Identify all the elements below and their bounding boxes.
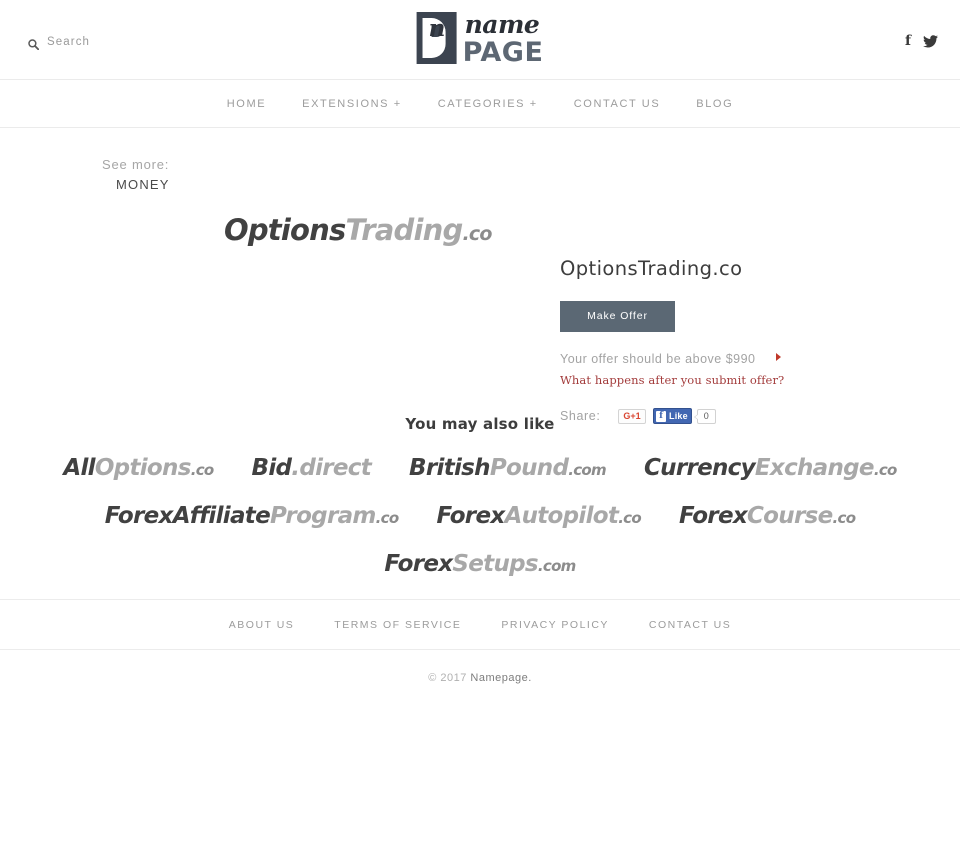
item-dark: All (63, 455, 95, 481)
domain-wordmark-light: Trading (345, 213, 463, 247)
also-like-item[interactable]: AllOptions.co (63, 455, 214, 481)
see-more-section: See more: MONEY (0, 128, 960, 195)
item-tld: .co (618, 509, 641, 527)
offer-minimum-hint: Your offer should be above $990 (560, 350, 781, 368)
logo-n-glyph: n (428, 15, 446, 42)
item-light: Course (747, 503, 833, 529)
item-dark: Forex (678, 503, 748, 529)
search-icon (28, 37, 40, 50)
nav-item-extensions[interactable]: EXTENSIONS + (284, 98, 420, 110)
item-tld: .co (832, 509, 856, 527)
also-like-item[interactable]: ForexAutopilot.co (436, 503, 641, 529)
nav-item-contact-us[interactable]: CONTACT US (556, 98, 679, 110)
facebook-icon[interactable]: f (905, 34, 911, 48)
logo-word-page: PAGE (462, 37, 544, 68)
copyright-name: Namepage. (470, 672, 532, 684)
search-button[interactable]: Search (28, 36, 91, 50)
also-like-item[interactable]: BritishPound.com (409, 455, 607, 481)
nav-item-blog[interactable]: BLOG (678, 98, 751, 110)
copyright: © 2017 Namepage. (0, 650, 960, 684)
nav-item-categories[interactable]: CATEGORIES + (420, 98, 556, 110)
item-light: Pound (489, 455, 569, 481)
item-dark: Forex (436, 503, 505, 529)
also-like-row: AllOptions.co Bid.direct BritishPound.co… (0, 455, 960, 481)
item-tld: .co (873, 461, 897, 479)
arrow-right-icon (776, 353, 781, 362)
footer-link-about-us[interactable]: ABOUT US (209, 619, 314, 631)
share-label: Share: (560, 409, 601, 424)
site-logo[interactable]: n name PAGE (416, 10, 544, 68)
offer-panel: OptionsTrading.co Make Offer Your offer … (560, 257, 940, 425)
item-light: Options (94, 455, 192, 481)
item-dark: Currency (643, 455, 756, 481)
make-offer-button[interactable]: Make Offer (560, 301, 675, 333)
google-plus-share-button[interactable]: G+1 (618, 408, 646, 424)
copyright-prefix: © 2017 (428, 672, 471, 684)
item-light: .direct (291, 455, 372, 481)
facebook-like-label: Like (669, 411, 688, 422)
item-light: Program (269, 503, 376, 529)
facebook-like-button[interactable]: f Like (653, 408, 692, 425)
also-like-item[interactable]: CurrencyExchange.co (644, 455, 897, 481)
main-nav: HOME EXTENSIONS + CATEGORIES + CONTACT U… (0, 80, 960, 128)
also-like-item[interactable]: ForexCourse.co (678, 503, 856, 529)
facebook-like-count: 0 (693, 408, 716, 424)
domain-wordmark: OptionsTrading.co (224, 213, 492, 247)
item-tld: .com (537, 557, 576, 575)
also-like-row: ForexAffiliateProgram.co ForexAutopilot.… (0, 503, 960, 529)
also-like-row: ForexSetups.com (0, 551, 960, 577)
site-header: Search n name PAGE f (0, 0, 960, 80)
facebook-icon: f (656, 410, 666, 422)
item-dark: British (409, 455, 491, 481)
domain-wordmark-tld: .co (462, 223, 492, 245)
logo-mark-icon: n (416, 12, 457, 64)
domain-wordmark-dark: Options (224, 213, 346, 247)
also-like-section: You may also like AllOptions.co Bid.dire… (0, 405, 960, 577)
search-label: Search (47, 36, 91, 48)
social-links: f (905, 34, 938, 48)
nav-item-home[interactable]: HOME (209, 98, 284, 110)
share-row: Share: G+1 f Like 0 (560, 408, 940, 425)
offer-minimum-text: Your offer should be above $990 (560, 352, 756, 367)
item-tld: .co (375, 509, 399, 527)
offer-faq-link[interactable]: What happens after you submit offer? (560, 373, 784, 387)
item-dark: ForexAffiliate (104, 503, 271, 529)
page-title: OptionsTrading.co (560, 257, 743, 280)
footer-link-privacy-policy[interactable]: PRIVACY POLICY (481, 619, 629, 631)
item-light: Exchange (754, 455, 875, 481)
see-more-label: See more: (102, 157, 170, 172)
footer-link-terms-of-service[interactable]: TERMS OF SERVICE (314, 619, 481, 631)
domain-detail-section: OptionsTrading.co OptionsTrading.co Make… (0, 195, 960, 425)
footer-link-contact-us[interactable]: CONTACT US (629, 619, 751, 631)
also-like-item[interactable]: Bid.direct (252, 455, 372, 481)
also-like-list: AllOptions.co Bid.direct BritishPound.co… (0, 433, 960, 577)
facebook-like-widget: f Like 0 (653, 408, 716, 425)
item-light: Setups (452, 551, 538, 577)
also-like-item[interactable]: ForexSetups.com (384, 551, 576, 577)
item-tld: .com (568, 461, 606, 479)
footer-nav: ABOUT US TERMS OF SERVICE PRIVACY POLICY… (0, 600, 960, 650)
item-dark: Forex (384, 551, 453, 577)
logo-word-name: name (464, 10, 540, 39)
item-light: Autopilot (504, 503, 619, 529)
twitter-icon[interactable] (923, 34, 938, 48)
item-tld: .co (190, 461, 214, 479)
item-dark: Bid (251, 455, 292, 481)
see-more-category-link[interactable]: MONEY (102, 175, 960, 195)
also-like-item[interactable]: ForexAffiliateProgram.co (105, 503, 399, 529)
